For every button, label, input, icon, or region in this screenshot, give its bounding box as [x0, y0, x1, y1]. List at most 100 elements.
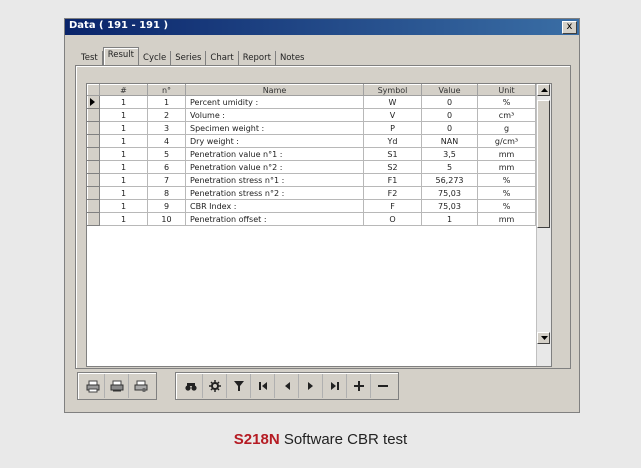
cell-unit[interactable]: mm: [477, 212, 536, 226]
tab-chart[interactable]: Chart: [206, 51, 239, 65]
col-header-n[interactable]: n°: [147, 84, 186, 96]
tab-result[interactable]: Result: [102, 47, 140, 65]
table-row[interactable]: 1 7 Penetration stress n°1 : F1 56,273%: [87, 173, 536, 187]
cell-value[interactable]: 0: [421, 108, 478, 122]
scroll-up-button[interactable]: [537, 84, 550, 96]
col-header-symbol[interactable]: Symbol: [363, 84, 422, 96]
cell-unit[interactable]: %: [477, 186, 536, 200]
cell-unit[interactable]: %: [477, 199, 536, 213]
cell-n[interactable]: 7: [147, 173, 186, 187]
cell-n[interactable]: 9: [147, 199, 186, 213]
last-record-icon[interactable]: [323, 374, 347, 398]
cell-name[interactable]: Penetration offset :: [185, 212, 364, 226]
cell-symbol[interactable]: F: [363, 199, 422, 213]
tab-series[interactable]: Series: [171, 51, 207, 65]
cell-hash[interactable]: 1: [99, 186, 148, 200]
cell-name[interactable]: Penetration value n°2 :: [185, 160, 364, 174]
remove-icon[interactable]: [371, 374, 395, 398]
tab-notes[interactable]: Notes: [276, 51, 309, 65]
row-header[interactable]: [87, 186, 100, 200]
col-header-hash[interactable]: #: [99, 84, 148, 96]
cell-n[interactable]: 6: [147, 160, 186, 174]
cell-hash[interactable]: 1: [99, 147, 148, 161]
col-header-name[interactable]: Name: [185, 84, 364, 96]
cell-unit[interactable]: mm: [477, 160, 536, 174]
tab-cycle[interactable]: Cycle: [139, 51, 172, 65]
print-icon[interactable]: [81, 374, 105, 398]
cell-unit[interactable]: %: [477, 173, 536, 187]
scroll-thumb[interactable]: [537, 100, 550, 228]
cell-value[interactable]: 0: [421, 95, 478, 109]
cell-hash[interactable]: 1: [99, 134, 148, 148]
cell-n[interactable]: 8: [147, 186, 186, 200]
cell-value[interactable]: NAN: [421, 134, 478, 148]
row-header[interactable]: [87, 108, 100, 122]
cell-hash[interactable]: 1: [99, 160, 148, 174]
cell-value[interactable]: 0: [421, 121, 478, 135]
cell-n[interactable]: 2: [147, 108, 186, 122]
cell-name[interactable]: Percent umidity :: [185, 95, 364, 109]
cell-unit[interactable]: g/cm³: [477, 134, 536, 148]
cell-symbol[interactable]: W: [363, 95, 422, 109]
title-bar[interactable]: Data ( 191 - 191 ) x: [65, 19, 579, 35]
cell-value[interactable]: 75,03: [421, 199, 478, 213]
settings-icon[interactable]: [203, 374, 227, 398]
row-header[interactable]: [87, 134, 100, 148]
cell-value[interactable]: 5: [421, 160, 478, 174]
result-grid[interactable]: # n° Name Symbol Value Unit 1 1 Percent um…: [86, 83, 552, 367]
cell-value[interactable]: 56,273: [421, 173, 478, 187]
row-header[interactable]: [87, 160, 100, 174]
vertical-scrollbar[interactable]: [536, 84, 551, 366]
row-header[interactable]: [87, 212, 100, 226]
cell-unit[interactable]: %: [477, 95, 536, 109]
cell-hash[interactable]: 1: [99, 199, 148, 213]
table-row[interactable]: 1 2 Volume : V 0 cm³: [87, 108, 536, 122]
table-row[interactable]: 1 8 Penetration stress n°2 : F2 75,03%: [87, 186, 536, 200]
col-header-unit[interactable]: Unit: [477, 84, 536, 96]
table-row[interactable]: 1 9 CBR Index : F 75,03%: [87, 199, 536, 213]
cell-name[interactable]: Penetration stress n°1 :: [185, 173, 364, 187]
row-header[interactable]: [87, 95, 100, 109]
cell-hash[interactable]: 1: [99, 212, 148, 226]
row-header[interactable]: [87, 173, 100, 187]
cell-unit[interactable]: mm: [477, 147, 536, 161]
cell-n[interactable]: 1: [147, 95, 186, 109]
cell-n[interactable]: 5: [147, 147, 186, 161]
filter-icon[interactable]: [227, 374, 251, 398]
tab-report[interactable]: Report: [239, 51, 276, 65]
table-row[interactable]: 1 10 Penetration offset : O 1 mm: [87, 212, 536, 226]
cell-n[interactable]: 4: [147, 134, 186, 148]
cell-name[interactable]: Volume :: [185, 108, 364, 122]
cell-unit[interactable]: cm³: [477, 108, 536, 122]
cell-name[interactable]: Penetration value n°1 :: [185, 147, 364, 161]
cell-name[interactable]: Penetration stress n°2 :: [185, 186, 364, 200]
cell-value[interactable]: 75,03: [421, 186, 478, 200]
cell-symbol[interactable]: S1: [363, 147, 422, 161]
add-icon[interactable]: [347, 374, 371, 398]
tab-test[interactable]: Test: [77, 51, 103, 65]
row-header[interactable]: [87, 147, 100, 161]
cell-n[interactable]: 3: [147, 121, 186, 135]
cell-unit[interactable]: g: [477, 121, 536, 135]
cell-value[interactable]: 1: [421, 212, 478, 226]
table-row[interactable]: 1 3 Specimen weight :P0g: [87, 121, 536, 135]
cell-symbol[interactable]: F1: [363, 173, 422, 187]
table-row[interactable]: 1 6 Penetration value n°2 : S2 5 mm: [87, 160, 536, 174]
cell-value[interactable]: 3,5: [421, 147, 478, 161]
col-header-value[interactable]: Value: [421, 84, 478, 96]
cell-symbol[interactable]: Yd: [363, 134, 422, 148]
printer-setup-icon[interactable]: [129, 374, 153, 398]
cell-n[interactable]: 10: [147, 212, 186, 226]
cell-symbol[interactable]: F2: [363, 186, 422, 200]
find-icon[interactable]: [179, 374, 203, 398]
close-button[interactable]: x: [562, 21, 577, 34]
cell-symbol[interactable]: O: [363, 212, 422, 226]
row-header[interactable]: [87, 121, 100, 135]
cell-name[interactable]: Dry weight :: [185, 134, 364, 148]
cell-hash[interactable]: 1: [99, 173, 148, 187]
cell-hash[interactable]: 1: [99, 95, 148, 109]
scroll-down-button[interactable]: [537, 332, 550, 344]
table-row[interactable]: 1 1 Percent umidity : W 0%: [87, 95, 536, 109]
cell-symbol[interactable]: S2: [363, 160, 422, 174]
cell-hash[interactable]: 1: [99, 108, 148, 122]
